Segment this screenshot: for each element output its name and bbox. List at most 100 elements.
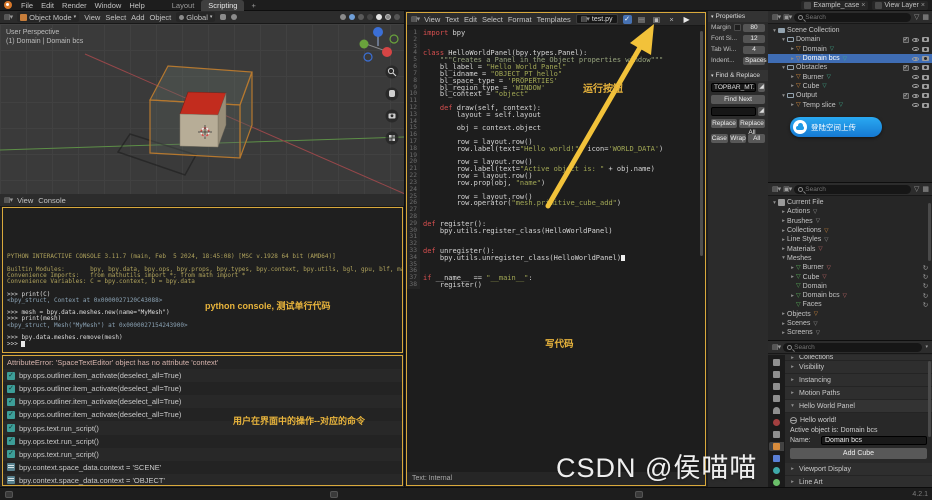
data-outliner-row-materials[interactable]: ▸Materials▽ xyxy=(768,244,932,253)
data-outliner-row-brushes[interactable]: ▸Brushes▽ xyxy=(768,217,932,226)
expand-toggle-icon[interactable]: ▸ xyxy=(789,102,796,108)
disable-render-icon[interactable] xyxy=(922,56,929,61)
display-mode-icon[interactable]: ▣▾ xyxy=(783,185,791,193)
text-editor[interactable]: ▤▾ ViewTextEditSelectFormatTemplates ▤▾ … xyxy=(405,11,768,487)
hide-eye-icon[interactable] xyxy=(912,103,919,107)
search-input[interactable] xyxy=(794,344,918,351)
expand-toggle-icon[interactable]: ▸ xyxy=(789,293,796,299)
outliner[interactable]: ▤▾ ▣▾ ▽ ▦ ▾Scene Collection▾Domain✓▸▽Dom… xyxy=(768,11,932,183)
display-mode-icon[interactable]: ▣▾ xyxy=(783,13,791,21)
margin-checkbox[interactable] xyxy=(734,24,741,31)
expand-toggle-icon[interactable]: ▸ xyxy=(789,46,796,52)
physics-properties-tab[interactable] xyxy=(769,466,784,475)
open-text-icon[interactable]: ▣ xyxy=(652,15,662,24)
viewport-menu-add[interactable]: Add xyxy=(131,13,144,22)
gizmo-z-axis[interactable] xyxy=(373,27,383,37)
text-datablock-selector[interactable]: ▤▾ test.py xyxy=(576,14,618,24)
hide-eye-icon[interactable] xyxy=(912,47,919,51)
overlays-toggle-icon[interactable] xyxy=(349,14,355,20)
margin-value[interactable]: 80 xyxy=(743,24,765,32)
output-properties-tab[interactable] xyxy=(769,382,784,391)
blender-logo-icon[interactable] xyxy=(4,1,12,9)
data-outliner-row-domain[interactable]: ▽Domain↻ xyxy=(768,282,932,291)
info-row[interactable]: ✓bpy.ops.outliner.item_activate(deselect… xyxy=(3,408,402,421)
expand-toggle-icon[interactable]: ▸ xyxy=(780,237,787,243)
info-row[interactable]: ✓bpy.ops.outliner.item_activate(deselect… xyxy=(3,369,402,382)
find-next-button[interactable]: Find Next xyxy=(711,95,765,104)
text-menu-templates[interactable]: Templates xyxy=(537,15,571,24)
find-input[interactable]: TOPBAR_MT... xyxy=(711,83,756,92)
add-cube-button[interactable]: Add Cube xyxy=(790,448,927,459)
viewport-side-buttons[interactable] xyxy=(386,66,399,145)
run-script-button[interactable]: ▶ xyxy=(684,15,690,24)
data-outliner-row-burner[interactable]: ▸▽Burner▽↻ xyxy=(768,263,932,272)
data-outliner-row-objects[interactable]: ▸Objects▽ xyxy=(768,310,932,319)
inner-cube[interactable] xyxy=(180,92,226,147)
editor-type-icon[interactable]: ▤▾ xyxy=(772,343,780,351)
editor-type-icon[interactable]: ▤▾ xyxy=(4,196,12,204)
include-checkbox-icon[interactable]: ✓ xyxy=(903,37,909,43)
text-menu-view[interactable]: View xyxy=(424,15,440,24)
hide-eye-icon[interactable] xyxy=(912,94,919,98)
find-replace-panel-header[interactable]: ▾Find & Replace xyxy=(708,70,768,81)
object-properties-tab[interactable] xyxy=(769,442,784,451)
hide-eye-icon[interactable] xyxy=(912,57,919,61)
toggle-case[interactable]: Case xyxy=(711,134,728,143)
expand-toggle-icon[interactable]: ▾ xyxy=(780,37,787,43)
data-outliner-row-current-file[interactable]: ▾Current File xyxy=(768,198,932,207)
data-properties-tab[interactable] xyxy=(769,478,784,487)
panel-collections[interactable]: ▸Collections xyxy=(785,355,932,360)
workspace-tab-layout[interactable]: Layout xyxy=(165,0,202,11)
viewport-menu-object[interactable]: Object xyxy=(150,13,172,22)
filter-icon[interactable]: ▽ xyxy=(914,13,919,21)
data-outliner-row-screens[interactable]: ▸Screens▽ xyxy=(768,328,932,337)
navigation-gizmo[interactable] xyxy=(360,27,399,61)
modifiers-properties-tab[interactable] xyxy=(769,454,784,463)
code-area[interactable]: 1import bpy234class HelloWorldPanel(bpy.… xyxy=(407,27,705,471)
recycle-icon[interactable]: ↻ xyxy=(923,292,928,300)
info-row[interactable]: ✓bpy.ops.outliner.item_activate(deselect… xyxy=(3,382,402,395)
hide-eye-icon[interactable] xyxy=(912,38,919,42)
menu-file[interactable]: File xyxy=(17,0,37,11)
replace-button[interactable]: Replace xyxy=(711,119,737,128)
panel-viewport-display[interactable]: ▸Viewport Display xyxy=(785,463,932,475)
hide-eye-icon[interactable] xyxy=(912,66,919,70)
menu-render[interactable]: Render xyxy=(58,0,91,11)
search-input[interactable] xyxy=(805,14,907,21)
recycle-icon[interactable]: ↻ xyxy=(923,273,928,281)
indent-dropdown[interactable]: Spaces xyxy=(743,57,765,65)
outliner-row-output[interactable]: ▾Output✓ xyxy=(768,91,932,100)
disable-render-icon[interactable] xyxy=(922,84,929,89)
outliner-row-scene-collection[interactable]: ▾Scene Collection xyxy=(768,26,932,35)
object-name-input[interactable] xyxy=(821,436,927,445)
gizmo-y-axis[interactable] xyxy=(360,40,369,49)
proportional-edit-icon[interactable] xyxy=(231,14,237,20)
data-outliner[interactable]: ▤▾ ▣▾ ▽ ▦ ▾Current File▸Actions▽▸Brushes… xyxy=(768,183,932,341)
3d-viewport-canvas[interactable] xyxy=(0,24,405,194)
outliner-options-icon[interactable]: ▦ xyxy=(922,185,928,193)
outliner-row-domain[interactable]: ▸▽Domain▽ xyxy=(768,45,932,54)
replace-input[interactable] xyxy=(711,107,756,116)
collection-properties-tab[interactable] xyxy=(769,430,784,439)
menu-window[interactable]: Window xyxy=(91,0,126,11)
world-properties-tab[interactable] xyxy=(769,418,784,427)
menu-edit[interactable]: Edit xyxy=(37,0,58,11)
disable-render-icon[interactable] xyxy=(922,47,929,52)
expand-toggle-icon[interactable]: ▸ xyxy=(780,209,787,215)
outliner-options-icon[interactable]: ▦ xyxy=(922,13,928,21)
text-menu-format[interactable]: Format xyxy=(508,15,532,24)
include-checkbox-icon[interactable]: ✓ xyxy=(903,93,909,99)
data-outliner-row-collections[interactable]: ▸Collections▽ xyxy=(768,226,932,235)
orientation-selector[interactable]: Global ▾ xyxy=(176,12,215,22)
expand-toggle-icon[interactable]: ▸ xyxy=(780,321,787,327)
font-size-value[interactable]: 12 xyxy=(743,35,765,43)
text-menu-edit[interactable]: Edit xyxy=(464,15,477,24)
recycle-icon[interactable]: ↻ xyxy=(923,264,928,272)
expand-toggle-icon[interactable]: ▾ xyxy=(771,200,778,206)
data-outliner-row-cube[interactable]: ▸▽Cube▽↻ xyxy=(768,272,932,281)
info-error-row[interactable]: AttributeError: 'SpaceTextEditor' object… xyxy=(3,356,402,369)
gizmo-toggle-icon[interactable] xyxy=(340,14,346,20)
panel-motion-paths[interactable]: ▸Motion Paths xyxy=(785,387,932,399)
outliner-search[interactable] xyxy=(794,13,911,22)
expand-toggle-icon[interactable]: ▸ xyxy=(789,83,796,89)
